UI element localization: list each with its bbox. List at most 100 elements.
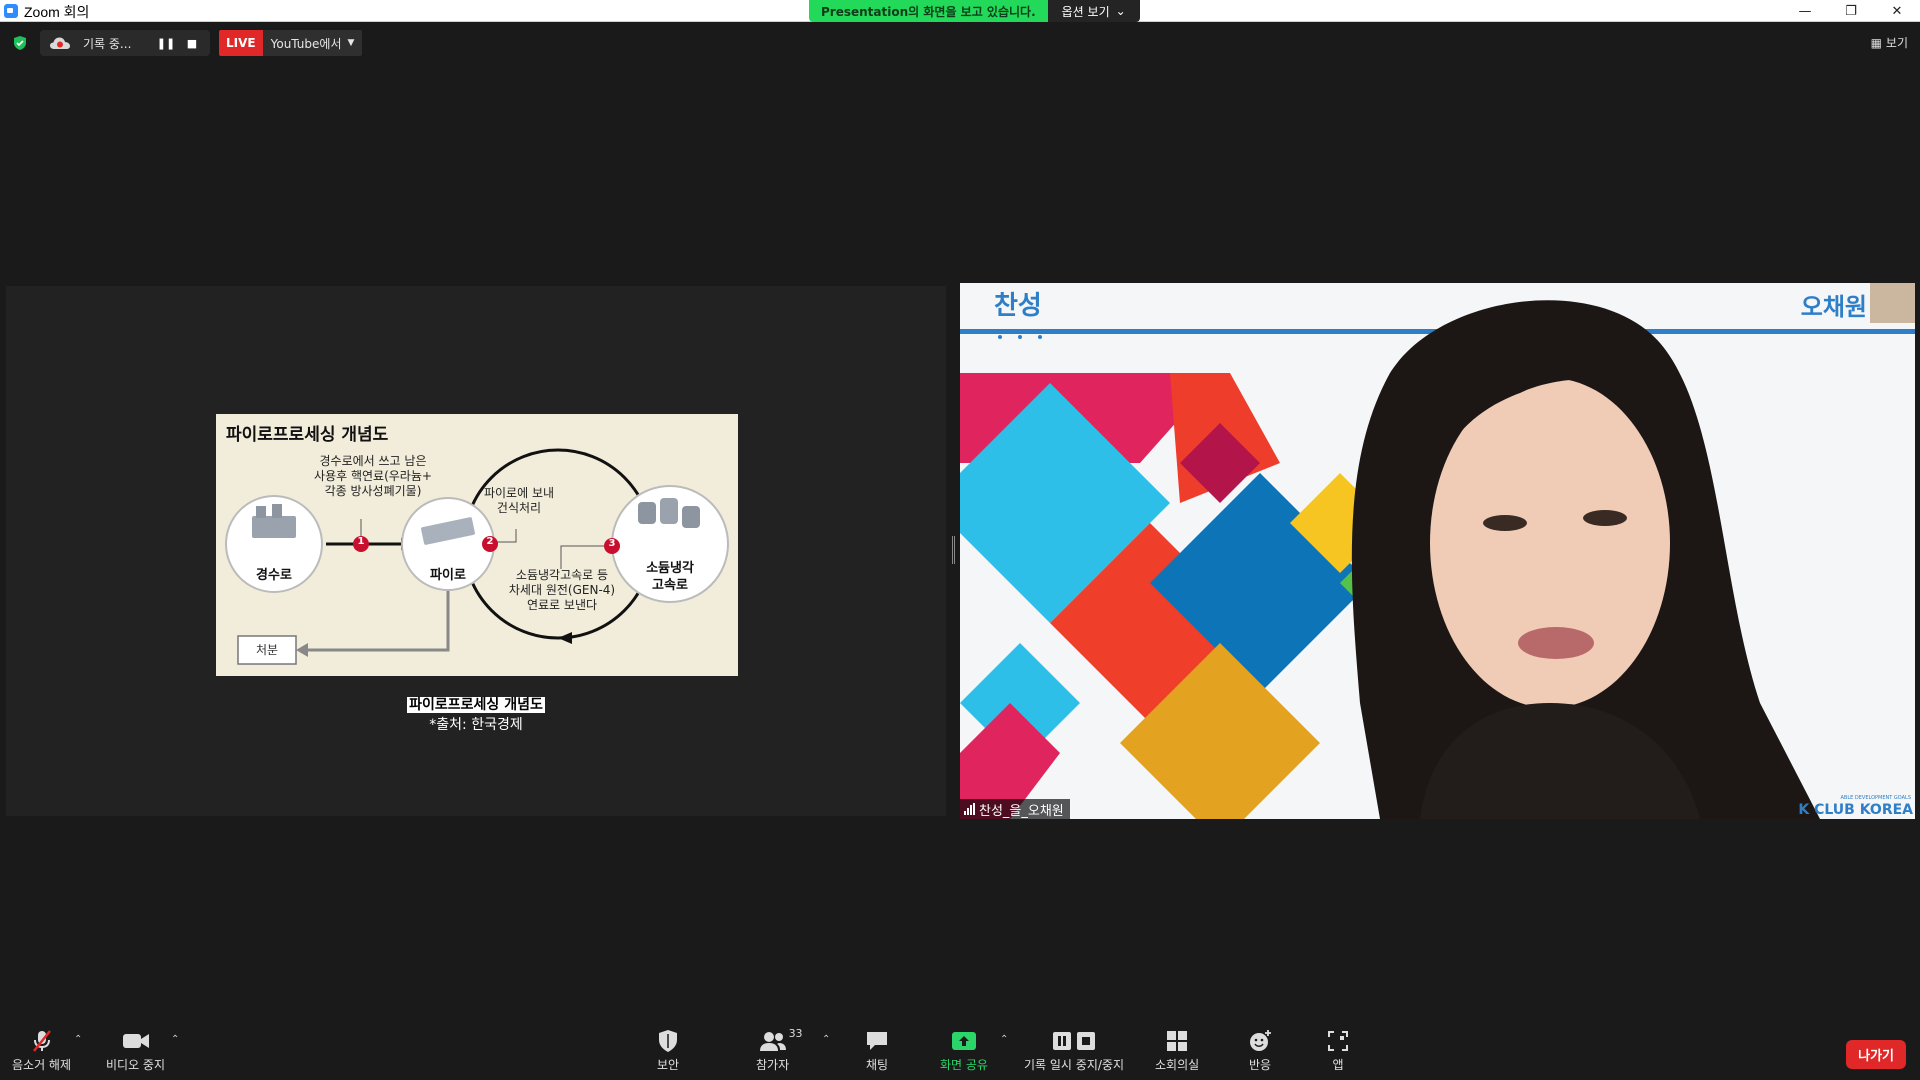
window-title: Zoom 회의: [24, 4, 90, 20]
video-banner-left: 찬성: [994, 291, 1042, 321]
livestream-indicator[interactable]: LIVE YouTube에서 ▼: [219, 30, 363, 56]
stop-recording-button[interactable]: ■: [179, 30, 205, 56]
view-label: 보기: [1885, 36, 1908, 50]
security-button[interactable]: 보안: [652, 1028, 684, 1073]
person-eye-right: [1583, 510, 1627, 526]
node-1-label: 경수로: [256, 568, 292, 583]
stop-video-label: 비디오 중지: [106, 1058, 166, 1072]
pause-stop-recording-label: 기록 일시 중지/중지: [1024, 1058, 1124, 1072]
corner-object: [1870, 283, 1915, 323]
chat-button[interactable]: 채팅: [861, 1028, 893, 1073]
slide-caption-source: *출처: 한국경제: [429, 717, 523, 733]
audio-options-caret[interactable]: ⌃: [74, 1034, 82, 1045]
video-banner-right: 오채원: [1800, 293, 1867, 321]
zoom-app-icon: [4, 4, 18, 18]
note-dry-processing-line-1: 파이로에 보내: [483, 486, 555, 500]
shared-screen-pane[interactable]: 파이로프로세싱 개념도 경수로에서 쓰고 남은 사용후 핵연료(우라늄+ 각종 …: [6, 286, 946, 816]
cloud-recording-indicator: 기록 중... ❚❚ ■: [40, 30, 210, 56]
meeting-toolbar: 음소거 해제 ⌃ 비디오 중지 ⌃ 보안 33 참가자 ⌃ 채팅 화면 공유 ⌃…: [0, 1020, 1920, 1080]
pyroprocessing-diagram: 파이로프로세싱 개념도 경수로에서 쓰고 남은 사용후 핵연료(우라늄+ 각종 …: [216, 414, 738, 676]
breakout-rooms-label: 소회의실: [1155, 1058, 1200, 1072]
stop-video-button[interactable]: 비디오 중지: [106, 1028, 165, 1073]
participants-label: 참가자: [756, 1058, 790, 1072]
note-spent-fuel-line-3: 각종 방사성폐기물): [324, 484, 422, 498]
participants-button[interactable]: 33 참가자: [756, 1027, 803, 1073]
note-dry-processing-line-2: 건식처리: [496, 501, 542, 515]
cloud-record-icon: [50, 37, 70, 49]
tank-icon-1: [638, 502, 656, 524]
caret-down-icon: ▼: [347, 38, 355, 48]
window-controls: — ❐ ✕: [1782, 0, 1920, 22]
grid-view-icon: ▦: [1870, 35, 1882, 50]
muted-mic-icon: [32, 1030, 51, 1052]
apps-button[interactable]: 앱: [1322, 1028, 1354, 1073]
node-3-label-line-2: 고속로: [652, 578, 688, 593]
share-status-message: Presentation의 화면을 보고 있습니다.: [809, 0, 1048, 22]
reactions-label: 반응: [1248, 1058, 1272, 1072]
step-number-2: 2: [486, 536, 494, 547]
pause-recording-button[interactable]: ❚❚: [153, 30, 179, 56]
breakout-rooms-icon: [1167, 1031, 1188, 1051]
tank-icon-2: [660, 498, 678, 524]
disposal-label: 처분: [255, 643, 279, 657]
participant-video-tile[interactable]: 찬성 오채원 ABLE DEVELOPMENT GOALS K CLUB KOR…: [960, 283, 1915, 819]
breakout-rooms-button[interactable]: 소회의실: [1155, 1028, 1199, 1073]
unmute-button[interactable]: 음소거 해제: [12, 1028, 71, 1073]
apps-icon: [1328, 1031, 1348, 1051]
close-button[interactable]: ✕: [1874, 0, 1920, 22]
view-button[interactable]: ▦ 보기: [1871, 34, 1908, 51]
livestream-destination[interactable]: YouTube에서 ▼: [262, 30, 363, 56]
minimize-button[interactable]: —: [1782, 0, 1828, 22]
meeting-topbar: 기록 중... ❚❚ ■ LIVE YouTube에서 ▼ ▦ 보기: [0, 28, 1920, 58]
slide-caption-title-text: 파이로프로세싱 개념도: [407, 697, 545, 713]
screen-share-banner: Presentation의 화면을 보고 있습니다. 옵션 보기 ⌄: [809, 0, 1140, 22]
note-spent-fuel-line-2: 사용후 핵연료(우라늄+: [314, 469, 432, 483]
participant-name: 찬성_을_오채원: [979, 803, 1064, 819]
encryption-shield-icon[interactable]: [12, 35, 28, 51]
video-frame: [960, 283, 1915, 819]
reaction-smiley-icon: [1250, 1030, 1271, 1051]
note-spent-fuel: 경수로에서 쓰고 남은 사용후 핵연료(우라늄+ 각종 방사성폐기물): [308, 454, 438, 499]
pause-stop-icon: [1053, 1032, 1095, 1050]
view-options-button[interactable]: 옵션 보기 ⌄: [1047, 0, 1140, 22]
video-options-caret[interactable]: ⌃: [171, 1034, 179, 1045]
view-options-label: 옵션 보기: [1061, 4, 1110, 19]
note-next-gen: 소듐냉각고속로 등 차세대 원전(GEN-4) 연료로 보낸다: [502, 568, 622, 613]
node-2-label: 파이로: [430, 568, 466, 583]
security-shield-icon: [659, 1030, 677, 1052]
live-badge: LIVE: [219, 30, 263, 56]
leave-meeting-button[interactable]: 나가기: [1846, 1040, 1906, 1069]
video-camera-icon: [122, 1034, 149, 1048]
note-dry-processing: 파이로에 보내 건식처리: [474, 486, 564, 516]
disposal-arrowhead: [296, 643, 308, 657]
split-view-divider-handle[interactable]: [952, 536, 955, 564]
share-options-caret[interactable]: ⌃: [1000, 1034, 1008, 1045]
restore-button[interactable]: ❐: [1828, 0, 1874, 22]
person-mouth: [1518, 627, 1594, 659]
node-3-label: 소듐냉각 고속로: [630, 560, 710, 594]
step-number-1: 1: [357, 536, 365, 547]
cycle-arrowhead: [558, 632, 572, 644]
node-3-label-line-1: 소듐냉각: [646, 561, 694, 576]
participants-count: 33: [788, 1027, 803, 1040]
person-eye-left: [1483, 515, 1527, 531]
note-next-gen-line-3: 연료로 보낸다: [526, 598, 598, 612]
step-number-3: 3: [608, 538, 616, 549]
note-spent-fuel-line-1: 경수로에서 쓰고 남은: [319, 454, 427, 468]
share-screen-button[interactable]: 화면 공유: [940, 1028, 988, 1073]
reactions-button[interactable]: 반응: [1244, 1028, 1276, 1073]
disposal-line: [308, 589, 450, 652]
pause-stop-recording-button[interactable]: 기록 일시 중지/중지: [1024, 1028, 1124, 1073]
diagram-graphic: [225, 448, 729, 665]
slide-caption-title: 파이로프로세싱 개념도: [6, 694, 946, 714]
tank-icon-3: [682, 506, 700, 528]
video-logo-text: K CLUB KOREA: [1798, 802, 1913, 818]
reactor-tower-icon: [256, 506, 266, 518]
participants-options-caret[interactable]: ⌃: [822, 1034, 830, 1045]
diagram-title: 파이로프로세싱 개념도: [226, 425, 389, 445]
livestream-destination-label: YouTube에서: [270, 36, 342, 51]
reactor-tower-icon-2: [272, 504, 282, 518]
note-next-gen-line-2: 차세대 원전(GEN-4): [508, 583, 616, 597]
unmute-label: 음소거 해제: [12, 1058, 72, 1072]
note-next-gen-line-1: 소듐냉각고속로 등: [515, 568, 609, 582]
